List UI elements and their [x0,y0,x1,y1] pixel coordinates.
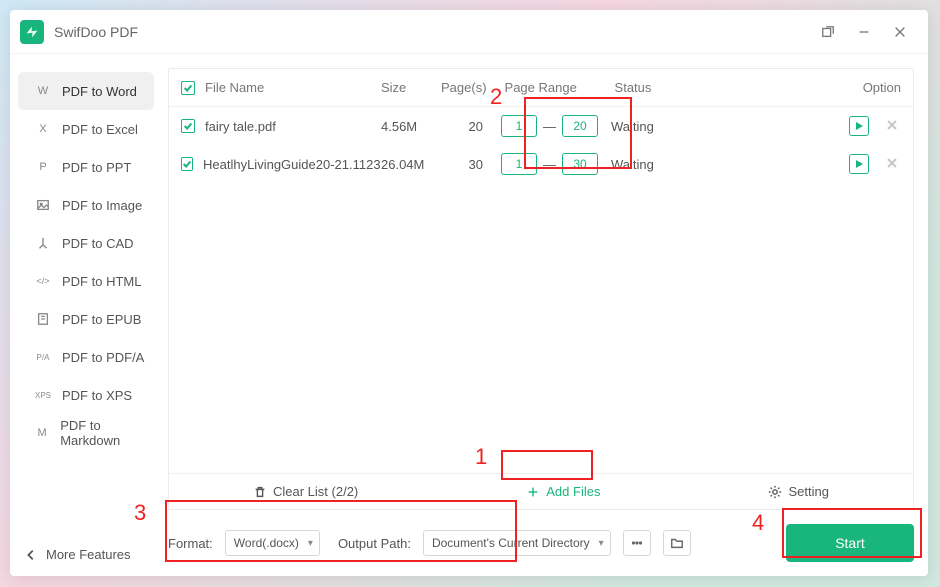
sidebar-item-label: PDF to Image [62,198,142,213]
image-icon [34,198,52,212]
sidebar-item-pdf-to-ppt[interactable]: P PDF to PPT [18,148,154,186]
window-minimize-icon[interactable] [846,17,882,47]
output-path-select[interactable]: Document's Current Directory [423,530,611,556]
file-pages: 20 [441,119,501,134]
file-size: 4.56M [381,119,441,134]
col-status: Status [615,80,725,95]
remove-row-button[interactable] [883,116,901,134]
range-to-input[interactable]: 20 [562,115,598,137]
col-size: Size [381,80,441,95]
sidebar-item-pdf-to-cad[interactable]: PDF to CAD [18,224,154,262]
sidebar-item-pdf-to-excel[interactable]: X PDF to Excel [18,110,154,148]
sidebar-item-pdf-to-html[interactable]: </> PDF to HTML [18,262,154,300]
main-panel: File Name Size Page(s) Page Range Status… [162,54,928,576]
setting-label: Setting [788,484,828,499]
sidebar-item-label: PDF to XPS [62,388,132,403]
col-pages: Page(s) [441,80,505,95]
more-features-label: More Features [46,547,131,562]
range-to-input[interactable]: 30 [562,153,598,175]
file-status: Waiting [611,157,721,172]
sidebar: W PDF to Word X PDF to Excel P PDF to PPT P… [10,54,162,576]
convert-row-button[interactable] [849,116,869,136]
output-path-label: Output Path: [338,536,411,551]
window-close-icon[interactable] [882,17,918,47]
window-detach-icon[interactable] [810,17,846,47]
file-name: HeatlhyLivingGuide20-21.112372897... [203,157,381,172]
range-dash: — [543,119,556,134]
sidebar-item-label: PDF to HTML [62,274,141,289]
app-logo-icon [20,20,44,44]
row-checkbox[interactable] [181,119,195,133]
sidebar-item-pdf-to-image[interactable]: PDF to Image [18,186,154,224]
row-checkbox[interactable] [181,157,193,171]
more-options-button[interactable] [623,530,651,556]
range-from-input[interactable]: 1 [501,153,537,175]
format-value: Word(.docx) [234,536,299,550]
clear-list-label: Clear List (2/2) [273,484,358,499]
html-icon: </> [34,276,52,286]
sidebar-item-label: PDF to Markdown [60,418,154,448]
add-files-label: Add Files [546,484,600,499]
range-dash: — [543,157,556,172]
file-status: Waiting [611,119,721,134]
table-actionbar: Clear List (2/2) Add Files Setting [169,473,913,509]
sidebar-item-label: PDF to EPUB [62,312,141,327]
sidebar-item-label: PDF to Word [62,84,137,99]
browse-folder-button[interactable] [663,530,691,556]
start-button[interactable]: Start [786,524,914,562]
sidebar-item-label: PDF to PDF/A [62,350,144,365]
footer-bar: Format: Word(.docx) Output Path: Documen… [168,524,914,562]
sidebar-item-pdf-to-xps[interactable]: XPS PDF to XPS [18,376,154,414]
output-path-value: Document's Current Directory [432,536,590,550]
col-range: Page Range [505,80,615,95]
file-table: File Name Size Page(s) Page Range Status… [168,68,914,510]
sidebar-item-pdf-to-epub[interactable]: PDF to EPUB [18,300,154,338]
file-size: 26.04M [381,157,441,172]
sidebar-item-label: PDF to PPT [62,160,131,175]
pdfa-icon: P/A [34,353,52,362]
remove-row-button[interactable] [883,154,901,172]
app-window: SwifDoo PDF W PDF to Word X PDF to Excel P… [10,10,928,576]
ppt-icon: P [34,161,52,173]
cad-icon [34,236,52,250]
word-icon: W [34,85,52,97]
table-row: HeatlhyLivingGuide20-21.112372897... 26.… [169,145,913,183]
table-row: fairy tale.pdf 4.56M 20 1 — 20 Waiting [169,107,913,145]
table-header: File Name Size Page(s) Page Range Status… [169,69,913,107]
start-label: Start [835,535,865,551]
app-title: SwifDoo PDF [54,24,810,40]
sidebar-item-pdf-to-markdown[interactable]: M PDF to Markdown [18,414,154,452]
col-filename: File Name [205,80,264,95]
file-name: fairy tale.pdf [205,119,276,134]
xps-icon: XPS [34,391,52,400]
sidebar-item-pdf-to-pdfa[interactable]: P/A PDF to PDF/A [18,338,154,376]
epub-icon [34,312,52,326]
sidebar-item-label: PDF to CAD [62,236,134,251]
format-label: Format: [168,536,213,551]
convert-row-button[interactable] [849,154,869,174]
setting-button[interactable]: Setting [768,484,828,499]
format-select[interactable]: Word(.docx) [225,530,320,556]
add-files-button[interactable]: Add Files [526,484,600,499]
markdown-icon: M [34,427,50,439]
sidebar-item-pdf-to-word[interactable]: W PDF to Word [18,72,154,110]
file-pages: 30 [441,157,501,172]
more-features-button[interactable]: More Features [10,547,162,576]
col-option: Option [725,80,901,95]
titlebar: SwifDoo PDF [10,10,928,54]
excel-icon: X [34,123,52,135]
range-from-input[interactable]: 1 [501,115,537,137]
clear-list-button[interactable]: Clear List (2/2) [253,484,358,499]
sidebar-item-label: PDF to Excel [62,122,138,137]
select-all-checkbox[interactable] [181,81,195,95]
